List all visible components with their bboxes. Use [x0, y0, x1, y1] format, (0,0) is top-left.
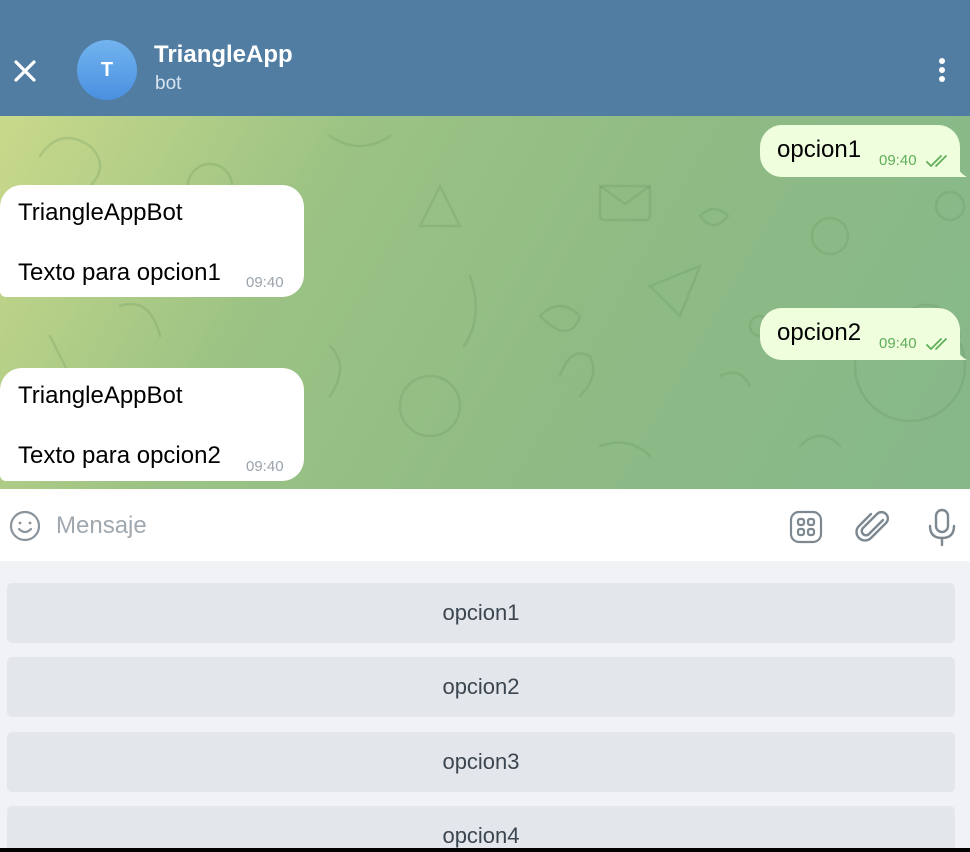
message-time: 09:40: [879, 152, 917, 169]
chat-header: T TriangleApp bot: [0, 0, 970, 116]
chat-subtitle: bot: [155, 73, 182, 94]
outgoing-message[interactable]: opcion1 09:40: [760, 125, 960, 177]
keyboard-button[interactable]: opcion1: [7, 583, 955, 643]
attach-icon[interactable]: [855, 508, 893, 546]
message-composer: [0, 489, 970, 561]
message-sender: TriangleAppBot: [18, 382, 183, 409]
message-sender: TriangleAppBot: [18, 199, 183, 226]
keyboard-button[interactable]: opcion3: [7, 732, 955, 792]
bot-keyboard-icon[interactable]: [788, 509, 824, 545]
microphone-icon[interactable]: [924, 507, 960, 547]
keyboard-button[interactable]: opcion4: [7, 806, 955, 848]
avatar[interactable]: T: [77, 40, 137, 100]
chat-title[interactable]: TriangleApp: [154, 41, 293, 69]
message-input[interactable]: [56, 509, 756, 543]
outgoing-message[interactable]: opcion2 09:40: [760, 308, 960, 360]
incoming-message[interactable]: TriangleAppBot Texto para opcion2 09:40: [0, 368, 304, 481]
emoji-icon[interactable]: [8, 509, 42, 543]
double-check-icon: [926, 155, 947, 167]
chat-screen: T TriangleApp bot opcion1 09:40 Triangle…: [0, 0, 970, 848]
bubble-tail: [955, 163, 967, 177]
message-time: 09:40: [246, 274, 284, 291]
message-text: opcion1: [777, 136, 862, 163]
bot-reply-keyboard: opcion1 opcion2 opcion3 opcion4: [0, 561, 970, 848]
message-text: Texto para opcion1: [18, 259, 221, 286]
message-text: opcion2: [777, 319, 862, 346]
double-check-icon: [926, 338, 947, 350]
bubble-tail: [955, 346, 967, 360]
message-list[interactable]: opcion1 09:40 TriangleAppBot Texto para …: [0, 116, 970, 489]
message-time: 09:40: [246, 458, 284, 475]
message-time: 09:40: [879, 335, 917, 352]
close-icon[interactable]: [10, 56, 40, 86]
message-text: Texto para opcion2: [18, 442, 221, 469]
incoming-message[interactable]: TriangleAppBot Texto para opcion1 09:40: [0, 185, 304, 297]
more-vertical-icon[interactable]: [928, 56, 956, 84]
keyboard-button[interactable]: opcion2: [7, 657, 955, 717]
